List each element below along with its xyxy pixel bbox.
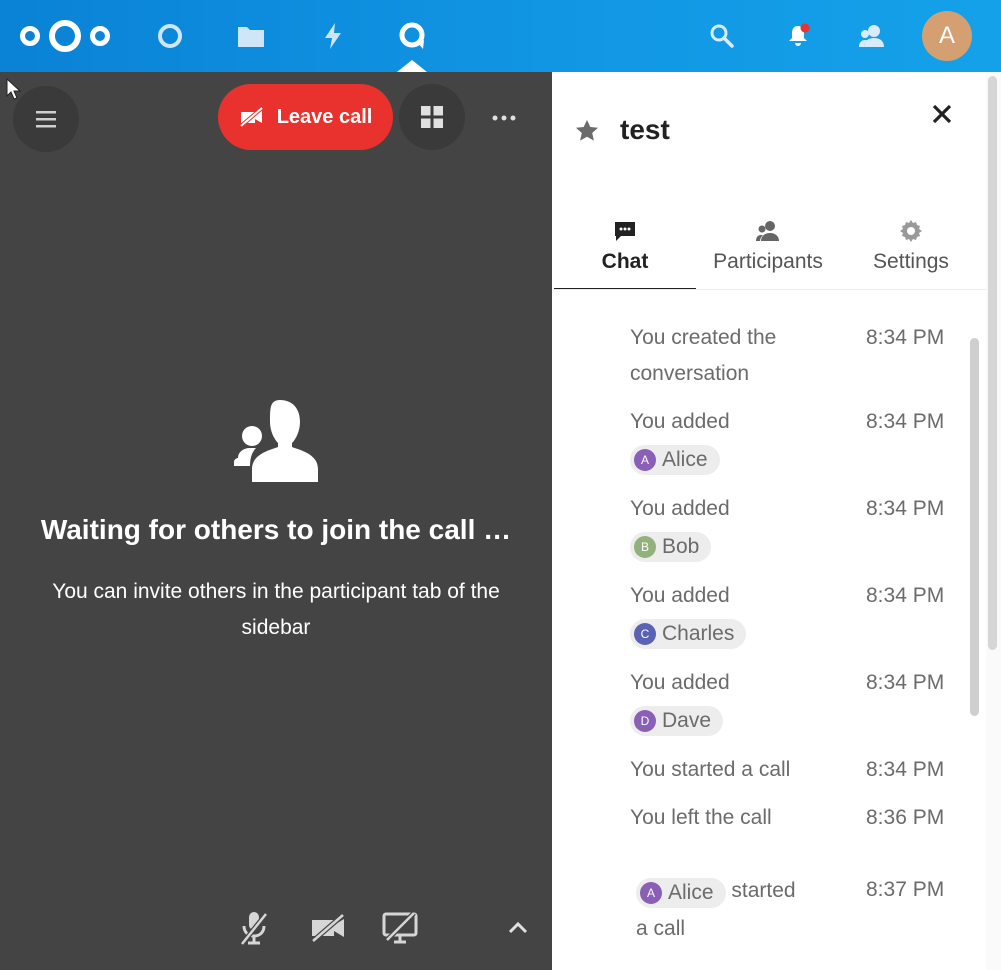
mention-chip[interactable]: C Charles [630,619,747,649]
gear-icon [899,218,923,244]
screen-share-off-icon[interactable] [378,906,422,950]
message-time: 8:37 PM [866,878,945,901]
tab-chat-label: Chat [601,250,649,273]
more-dots-icon [492,115,516,121]
chat-scrollbar[interactable] [970,338,979,716]
menu-button[interactable] [13,86,79,152]
message-time: 8:34 PM [866,758,945,781]
avatar: A [634,449,656,471]
participants-icon [756,218,780,244]
contacts-icon[interactable] [854,18,890,54]
waiting-title: Waiting for others to join the call … [40,514,512,545]
chat-message: You started a call [630,758,791,781]
tab-chat[interactable]: Chat [554,218,696,290]
chat-message: You created the conversation [630,326,777,385]
tab-participants-label: Participants [713,250,823,273]
hamburger-icon [36,111,56,128]
video-off-icon [239,107,263,127]
search-icon[interactable] [704,18,740,54]
avatar: A [640,882,662,904]
mention-chip[interactable]: B Bob [630,532,712,562]
grid-view-button[interactable] [399,84,465,150]
chevron-up-icon[interactable] [502,912,534,944]
mention-chip[interactable]: A Alice [630,445,720,475]
right-sidebar [552,72,1001,970]
mention-chip[interactable]: D Dave [630,706,724,736]
chat-bubble-icon [613,218,637,244]
active-app-indicator [397,60,427,72]
favorite-star-icon[interactable] [574,118,600,149]
message-time: 8:34 PM [866,584,945,607]
avatar: B [634,536,656,558]
files-icon[interactable] [232,18,270,54]
chat-message: You added C Charles [630,578,747,650]
tabs-divider [554,289,986,290]
notifications-bell-icon[interactable] [780,18,816,54]
message-time: 8:34 PM [866,410,945,433]
camera-off-icon[interactable] [306,906,350,950]
chat-message: You added D Dave [630,665,730,737]
participants-large-icon [230,396,322,486]
more-options-button[interactable] [484,98,524,138]
tab-settings[interactable]: Settings [840,218,982,290]
circle-icon[interactable] [152,18,188,54]
sidebar-scrollbar[interactable] [988,76,997,650]
talk-icon[interactable] [394,16,432,56]
message-time: 8:34 PM [866,326,945,349]
message-time: 8:34 PM [866,497,945,520]
close-sidebar-icon[interactable] [924,96,960,132]
chat-message: You added B Bob [630,491,730,563]
tab-settings-label: Settings [873,250,949,273]
leave-call-label: Leave call [276,105,373,128]
message-time: 8:34 PM [866,671,945,694]
mention-chip[interactable]: A Alice [636,878,726,908]
top-header: A [0,0,1001,72]
chat-message: You added A Alice [630,404,730,476]
grid-icon [421,106,443,128]
microphone-off-icon[interactable] [234,906,274,950]
message-time: 8:36 PM [866,806,945,829]
tab-participants[interactable]: Participants [697,218,839,290]
chat-message: A Alice started a call [636,878,796,940]
chat-message: You left the call [630,806,772,829]
avatar: C [634,623,656,645]
nextcloud-logo-icon[interactable] [18,18,112,54]
leave-call-button[interactable]: Leave call [218,84,393,150]
conversation-title: test [620,114,670,145]
waiting-description: You can invite others in the participant… [52,580,500,639]
user-avatar[interactable]: A [922,11,972,61]
activity-icon[interactable] [316,18,350,54]
avatar: D [634,710,656,732]
